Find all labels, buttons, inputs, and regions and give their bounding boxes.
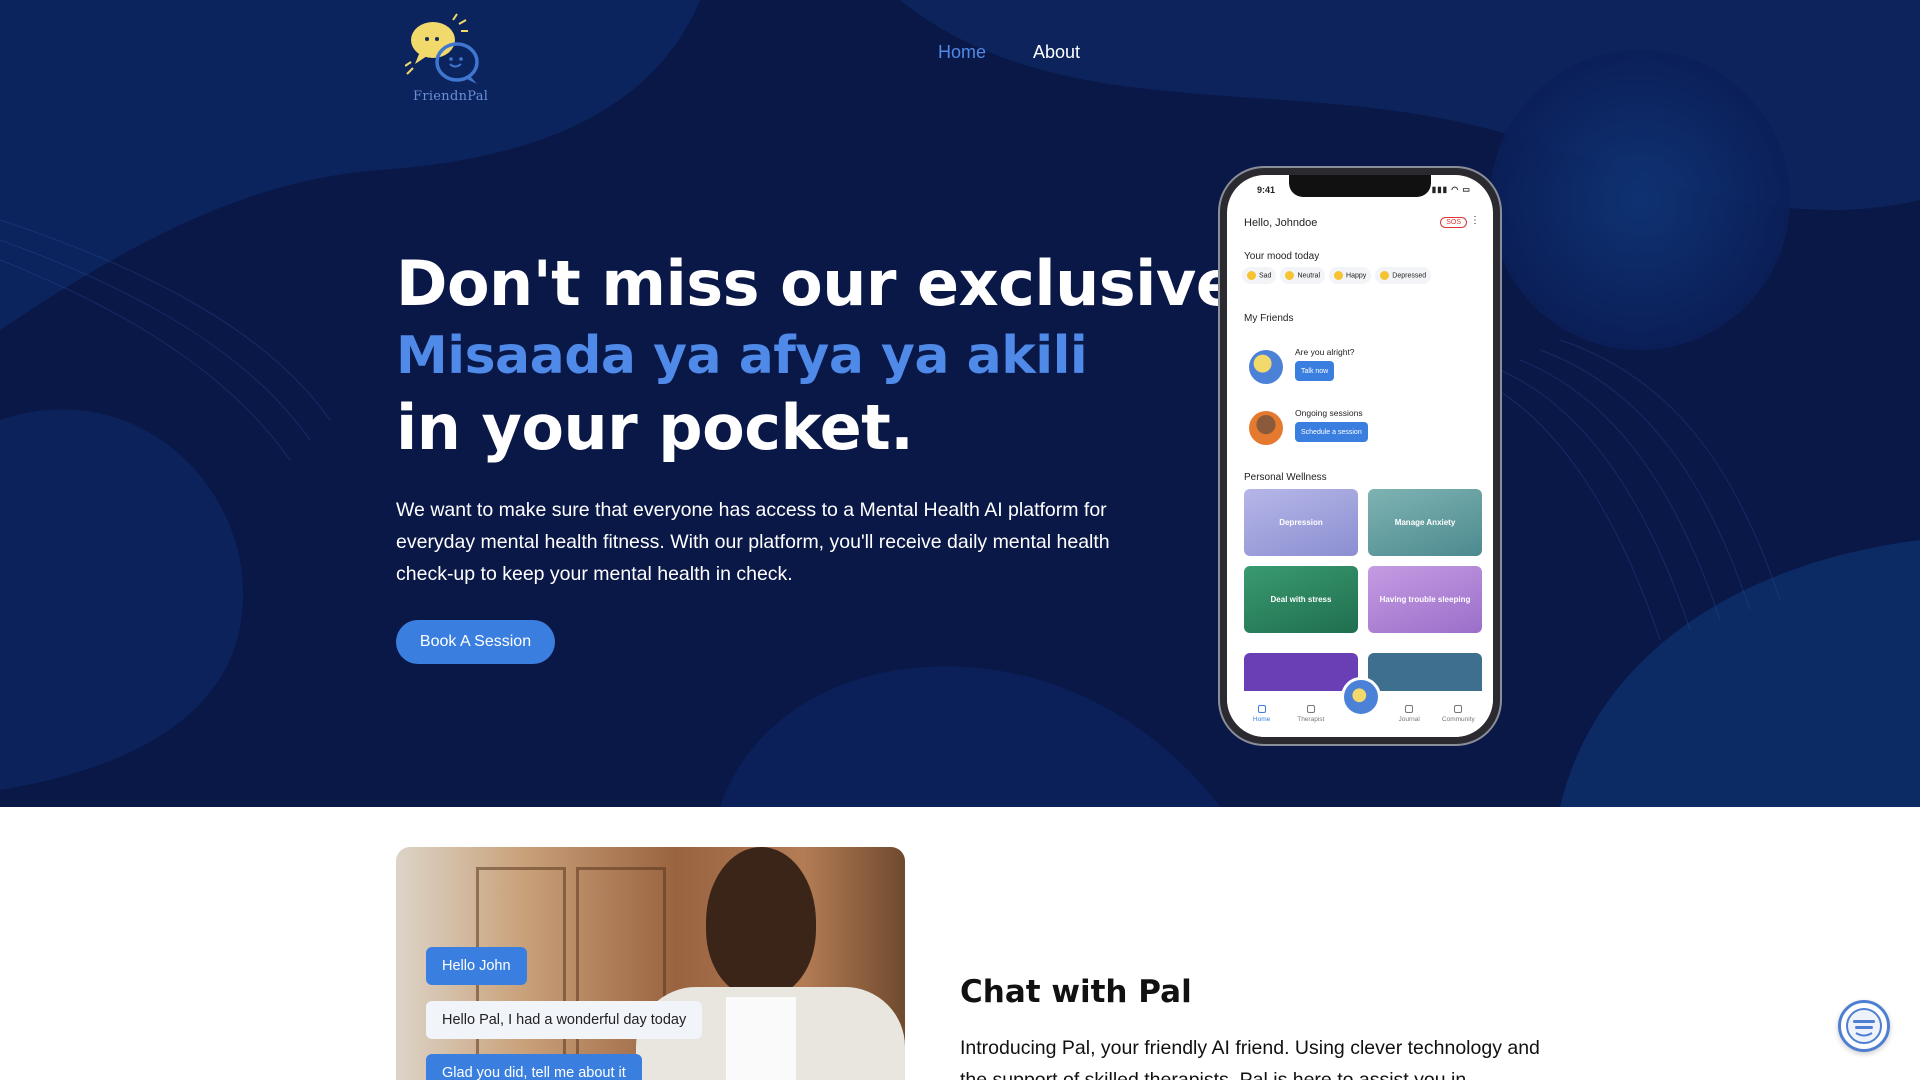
person-head xyxy=(706,847,816,997)
tab-journal: Journal xyxy=(1389,705,1429,723)
community-icon xyxy=(1454,705,1463,713)
main-nav: Home About xyxy=(938,42,1080,63)
tab-community: Community xyxy=(1438,705,1478,723)
mood-title: Your mood today xyxy=(1244,251,1320,262)
mood-chip: Happy xyxy=(1329,267,1372,284)
tab-label: Community xyxy=(1441,716,1475,723)
mood-label: Neutral xyxy=(1297,272,1321,280)
mood-chip: Depressed xyxy=(1375,267,1432,284)
chat-section-description: Introducing Pal, your friendly AI friend… xyxy=(960,1037,1540,1080)
tab-label: Therapist xyxy=(1297,716,1325,723)
tab-home: Home xyxy=(1242,705,1282,723)
tab-label: Journal xyxy=(1398,716,1420,723)
mood-label: Happy xyxy=(1346,272,1367,280)
chat-icon xyxy=(1846,1008,1882,1044)
chat-section-title: Chat with Pal xyxy=(960,974,1192,1010)
mood-label: Sad xyxy=(1259,272,1272,280)
phone-notch xyxy=(1289,175,1431,197)
neutral-face-icon xyxy=(1285,271,1295,280)
talk-now-button: Talk now xyxy=(1295,361,1335,381)
mood-options: Sad Neutral Happy Depressed xyxy=(1242,267,1432,284)
tab-therapist: Therapist xyxy=(1291,705,1331,723)
headline-line-3: in your pocket. xyxy=(396,391,914,464)
happy-face-icon xyxy=(1334,271,1344,280)
phone-time: 9:41 xyxy=(1257,185,1276,195)
wellness-card: Having trouble sleeping xyxy=(1368,566,1482,633)
status-icons: ▮▮▮ ◠ ▭ xyxy=(1431,185,1471,194)
nav-about-link[interactable]: About xyxy=(1033,42,1080,63)
pal-avatar xyxy=(1249,350,1283,384)
depressed-face-icon xyxy=(1380,271,1390,280)
headline-line-2: Misaada ya afya ya akili xyxy=(396,326,1088,386)
wellness-card: Depression xyxy=(1244,489,1358,556)
friends-title: My Friends xyxy=(1244,313,1294,324)
mood-chip: Sad xyxy=(1242,267,1277,284)
logo-text: FriendnPal xyxy=(413,89,489,104)
wellness-card-partial xyxy=(1368,653,1482,693)
phone-mockup: 9:41 ▮▮▮ ◠ ▭ Hello, Johndoe SOS ⋮ Your m… xyxy=(1218,166,1502,746)
nav-home-link[interactable]: Home xyxy=(938,42,986,63)
chat-preview-photo: Hello John Hello Pal, I had a wonderful … xyxy=(396,847,905,1080)
journal-icon xyxy=(1405,705,1414,713)
wellness-card: Manage Anxiety xyxy=(1368,489,1482,556)
sos-badge: SOS xyxy=(1440,217,1467,228)
wellness-card-partial xyxy=(1244,653,1358,693)
mood-label: Depressed xyxy=(1392,272,1427,280)
sad-face-icon xyxy=(1247,271,1256,280)
headline-line-1: Don't miss our exclusive xyxy=(396,247,1238,320)
book-session-button[interactable]: Book A Session xyxy=(396,620,555,664)
mood-chip: Neutral xyxy=(1280,267,1326,284)
therapist-avatar xyxy=(1249,411,1283,445)
home-icon xyxy=(1257,705,1266,713)
hero-headline: Don't miss our exclusive Misaada ya afya… xyxy=(396,247,1238,464)
phone-greeting: Hello, Johndoe xyxy=(1244,217,1318,229)
chat-bubble-pal: Hello John xyxy=(426,947,527,985)
more-icon: ⋮ xyxy=(1470,215,1480,226)
wellness-grid: Depression Manage Anxiety Deal with stre… xyxy=(1244,489,1484,633)
tab-label: Home xyxy=(1252,716,1271,723)
phone-screen: 9:41 ▮▮▮ ◠ ▭ Hello, Johndoe SOS ⋮ Your m… xyxy=(1227,175,1493,737)
wellness-title: Personal Wellness xyxy=(1244,472,1327,483)
therapist-icon xyxy=(1306,705,1315,713)
wellness-card: Deal with stress xyxy=(1244,566,1358,633)
chat-bubble-pal: Glad you did, tell me about it xyxy=(426,1054,642,1080)
pal-fab-icon xyxy=(1341,677,1381,717)
hero-section: FriendnPal Home About Don't miss our exc… xyxy=(0,0,1920,807)
schedule-session-button: Schedule a session xyxy=(1295,422,1368,442)
hero-description: We want to make sure that everyone has a… xyxy=(396,499,1110,585)
person-shirt xyxy=(726,997,796,1080)
friend2-text: Ongoing sessions xyxy=(1295,408,1363,418)
chat-bubble-user: Hello Pal, I had a wonderful day today xyxy=(426,1001,703,1039)
friend1-text: Are you alright? xyxy=(1295,347,1355,357)
chat-widget-button[interactable] xyxy=(1838,1000,1890,1052)
